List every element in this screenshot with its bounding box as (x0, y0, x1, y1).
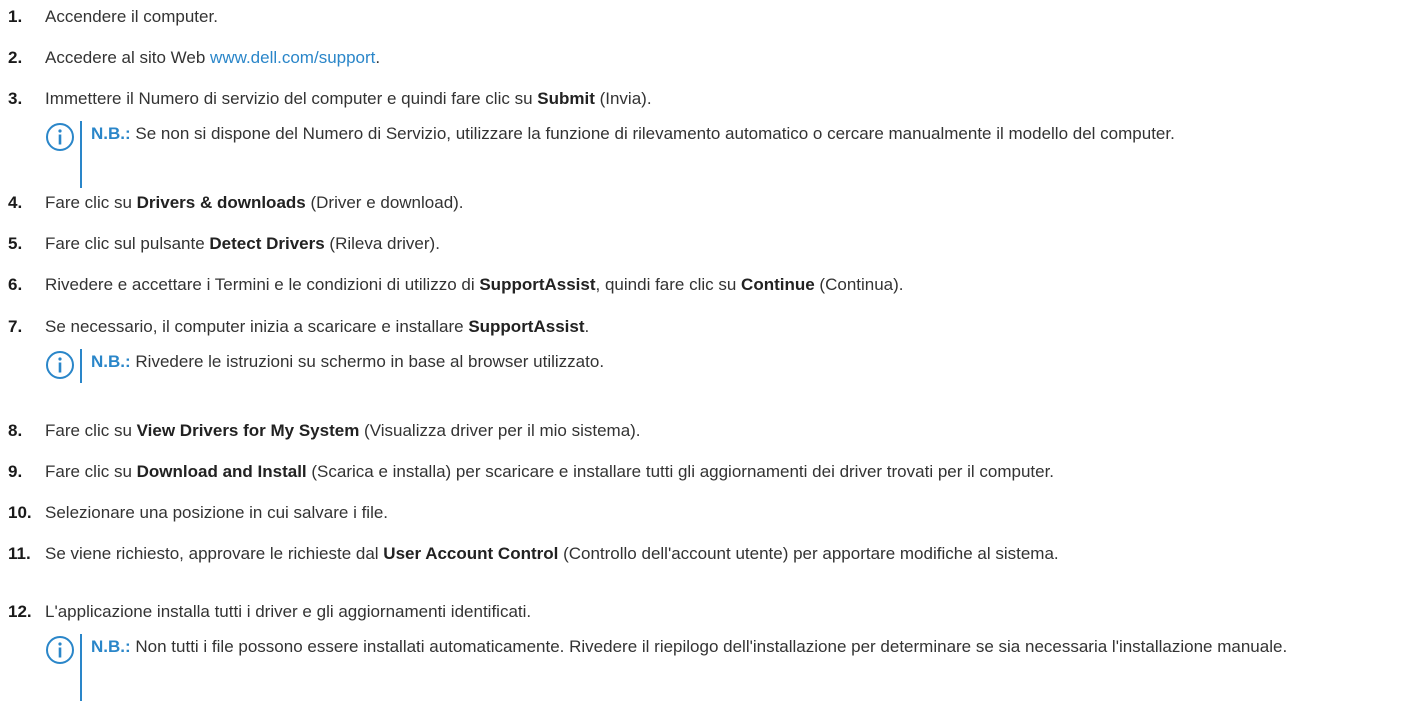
note-body: Non tutti i file possono essere installa… (130, 637, 1288, 656)
step-text-segment: Accedere al sito Web (45, 48, 211, 67)
step-item: 9. Fare clic su Download and Install (Sca… (0, 459, 1397, 485)
step-number: 8. (8, 421, 23, 440)
step-text: Accedere al sito Web www.dell.com/suppor… (45, 45, 1397, 71)
bold-term: View Drivers for My System (136, 421, 360, 440)
step-text-segment: (Scarica e installa) per scaricare e ins… (306, 462, 1055, 481)
note-box: N.B.: Rivedere le istruzioni su schermo … (45, 347, 1397, 383)
step-number: 2. (8, 48, 23, 67)
step-number: 5. (8, 234, 23, 253)
bold-term: Submit (537, 89, 595, 108)
step-text-segment: (Visualizza driver per il mio sistema). (359, 421, 641, 440)
bold-term: User Account Control (383, 544, 559, 563)
step-text: Immettere il Numero di servizio del comp… (45, 86, 1397, 112)
step-text-segment: Rivedere e accettare i Termini e le cond… (45, 275, 480, 294)
note-divider (80, 634, 82, 701)
step-text-segment: (Rileva driver). (324, 234, 440, 253)
step-text-segment: (Continua). (814, 275, 904, 294)
note-divider (80, 121, 82, 188)
step-text-segment: (Invia). (594, 89, 652, 108)
step-item: 7. Se necessario, il computer inizia a sc… (0, 314, 1397, 340)
note-label: N.B.: (91, 637, 131, 656)
note-box: N.B.: Se non si dispone del Numero di Se… (45, 119, 1397, 188)
step-text: Fare clic su Drivers & downloads (Driver… (45, 190, 1397, 216)
step-text: Fare clic su Download and Install (Scari… (45, 459, 1397, 485)
step-text-segment: . (375, 48, 381, 67)
step-item: 3. Immettere il Numero di servizio del co… (0, 86, 1397, 112)
step-item: 10. Selezionare una posizione in cui salv… (0, 500, 1397, 526)
step-number: 4. (8, 193, 23, 212)
step-number: 11. (8, 544, 31, 563)
step-item: 5. Fare clic sul pulsante Detect Drivers … (0, 231, 1397, 257)
step-item: 2. Accedere al sito Web www.dell.com/supp… (0, 45, 1397, 71)
step-item: 4. Fare clic su Drivers & downloads (Driv… (0, 190, 1397, 216)
bold-term: Download and Install (136, 462, 307, 481)
step-text-segment: (Controllo dell'account utente) per appo… (558, 544, 1059, 563)
step-number: 6. (8, 275, 23, 294)
step-text: Selezionare una posizione in cui salvare… (45, 500, 1397, 526)
step-text-segment: (Driver e download). (305, 193, 464, 212)
step-number: 9. (8, 462, 23, 481)
bold-term: SupportAssist (479, 275, 596, 294)
step-number: 7. (8, 317, 23, 336)
step-text: Rivedere e accettare i Termini e le cond… (45, 272, 1397, 298)
note-body: Rivedere le istruzioni su schermo in bas… (130, 352, 605, 371)
step-text: L'applicazione installa tutti i driver e… (45, 599, 1397, 625)
step-text-segment: Se viene richiesto, approvare le richies… (45, 544, 384, 563)
step-item: 8. Fare clic su View Drivers for My Syste… (0, 418, 1397, 444)
step-text: Fare clic su View Drivers for My System … (45, 418, 1397, 444)
note-body: Se non si dispone del Numero di Servizio… (130, 124, 1175, 143)
bold-term: Detect Drivers (209, 234, 325, 253)
note-text: N.B.: Rivedere le istruzioni su schermo … (91, 347, 1397, 377)
step-number: 12. (8, 602, 32, 621)
step-text-segment: Se necessario, il computer inizia a scar… (45, 317, 469, 336)
step-text: Fare clic sul pulsante Detect Drivers (R… (45, 231, 1397, 257)
bold-term: Continue (741, 275, 815, 294)
note-label: N.B.: (91, 124, 131, 143)
step-item: 11. Se viene richiesto, approvare le rich… (0, 541, 1397, 567)
procedure-document: 1. Accendere il computer. 2. Accedere al si… (0, 0, 1407, 715)
step-text-segment: . (584, 317, 590, 336)
step-text-segment: L'applicazione installa tutti i driver e… (45, 602, 532, 621)
info-icon (45, 122, 75, 152)
bold-term: SupportAssist (468, 317, 585, 336)
step-text-segment: Selezionare una posizione in cui salvare… (45, 503, 389, 522)
step-text: Se viene richiesto, approvare le richies… (45, 541, 1397, 567)
note-divider (80, 349, 82, 383)
step-text: Se necessario, il computer inizia a scar… (45, 314, 1397, 340)
step-number: 3. (8, 89, 23, 108)
note-label: N.B.: (91, 352, 131, 371)
step-text-segment: Fare clic su (45, 193, 137, 212)
support-link[interactable]: www.dell.com/support (210, 48, 375, 67)
step-text-segment: Fare clic sul pulsante (45, 234, 210, 253)
note-text: N.B.: Se non si dispone del Numero di Se… (91, 119, 1397, 149)
step-text-segment: Fare clic su (45, 462, 137, 481)
step-text: Accendere il computer. (45, 4, 1397, 30)
note-text: N.B.: Non tutti i file possono essere in… (91, 632, 1397, 662)
step-text-segment: Fare clic su (45, 421, 137, 440)
step-item: 1. Accendere il computer. (0, 4, 1397, 30)
step-text-segment: , quindi fare clic su (595, 275, 742, 294)
step-text-segment: Accendere il computer. (45, 7, 218, 26)
step-text-segment: Immettere il Numero di servizio del comp… (45, 89, 538, 108)
step-number: 10. (8, 503, 32, 522)
info-icon (45, 350, 75, 380)
bold-term: Drivers & downloads (136, 193, 306, 212)
step-item: 6. Rivedere e accettare i Termini e le co… (0, 272, 1397, 298)
step-number: 1. (8, 7, 23, 26)
note-box: N.B.: Non tutti i file possono essere in… (45, 632, 1397, 701)
step-item: 12. L'applicazione installa tutti i drive… (0, 599, 1397, 625)
info-icon (45, 635, 75, 665)
